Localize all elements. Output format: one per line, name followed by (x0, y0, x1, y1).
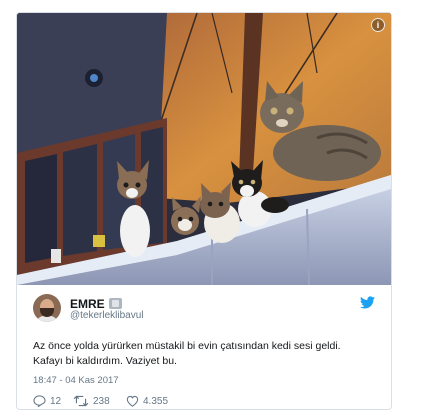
author-handle[interactable]: @tekerleklibavul (70, 310, 144, 321)
reply-action[interactable]: 12 (33, 395, 61, 407)
retweet-action[interactable]: 238 (73, 395, 110, 407)
reply-count: 12 (50, 395, 62, 407)
retweet-icon (73, 395, 89, 407)
like-action[interactable]: 4.355 (126, 395, 168, 407)
tweet-author[interactable]: EMRE @tekerleklibavul (33, 294, 375, 324)
author-name[interactable]: EMRE (70, 297, 105, 311)
reply-icon (33, 395, 46, 407)
avatar[interactable] (33, 294, 61, 322)
embedded-tweet-card[interactable]: i EMRE @tekerleklibavul Az önce yolda yü… (16, 12, 392, 410)
heart-icon (126, 395, 139, 407)
profile-badge-icon (108, 298, 122, 310)
tweet-photo[interactable]: i (17, 13, 391, 285)
twitter-bird-icon[interactable] (360, 296, 375, 309)
info-icon[interactable]: i (371, 18, 385, 32)
photo-cats-on-gutter (17, 13, 391, 285)
tweet-timestamp[interactable]: 18:47 - 04 Kas 2017 (33, 375, 119, 386)
tweet-text: Az önce yolda yürürken müstakil bi evin … (33, 340, 341, 367)
like-count: 4.355 (143, 395, 169, 407)
retweet-count: 238 (93, 395, 110, 407)
